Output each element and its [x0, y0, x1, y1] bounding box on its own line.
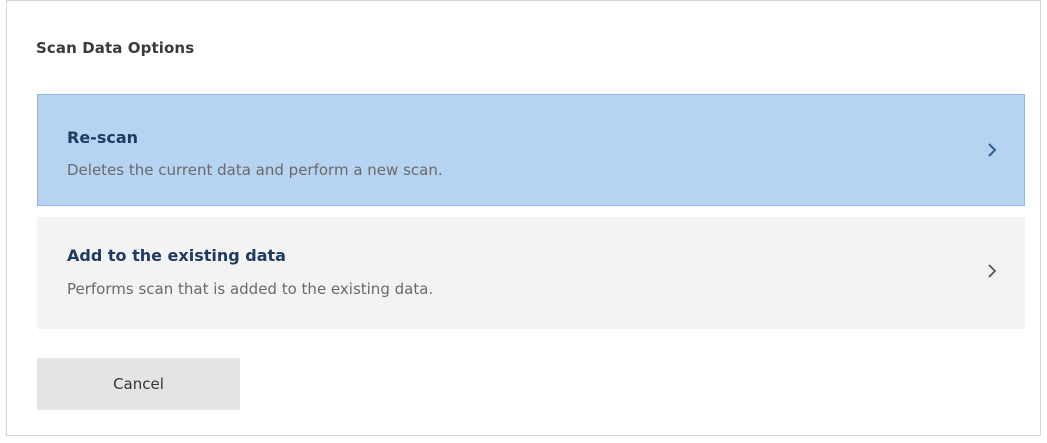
add-to-existing-option[interactable]: Add to the existing data Performs scan t…	[37, 217, 1025, 329]
rescan-option[interactable]: Re-scan Deletes the current data and per…	[37, 94, 1025, 206]
rescan-option-description: Deletes the current data and perform a n…	[67, 161, 443, 179]
add-to-existing-option-title: Add to the existing data	[67, 246, 286, 265]
dialog-title: Scan Data Options	[36, 39, 195, 57]
scan-data-options-dialog: Scan Data Options Re-scan Deletes the cu…	[6, 0, 1041, 436]
add-to-existing-option-description: Performs scan that is added to the exist…	[67, 280, 434, 298]
rescan-option-title: Re-scan	[67, 128, 139, 147]
chevron-right-icon	[988, 143, 997, 157]
cancel-button[interactable]: Cancel	[37, 358, 240, 410]
chevron-right-icon	[988, 264, 997, 278]
